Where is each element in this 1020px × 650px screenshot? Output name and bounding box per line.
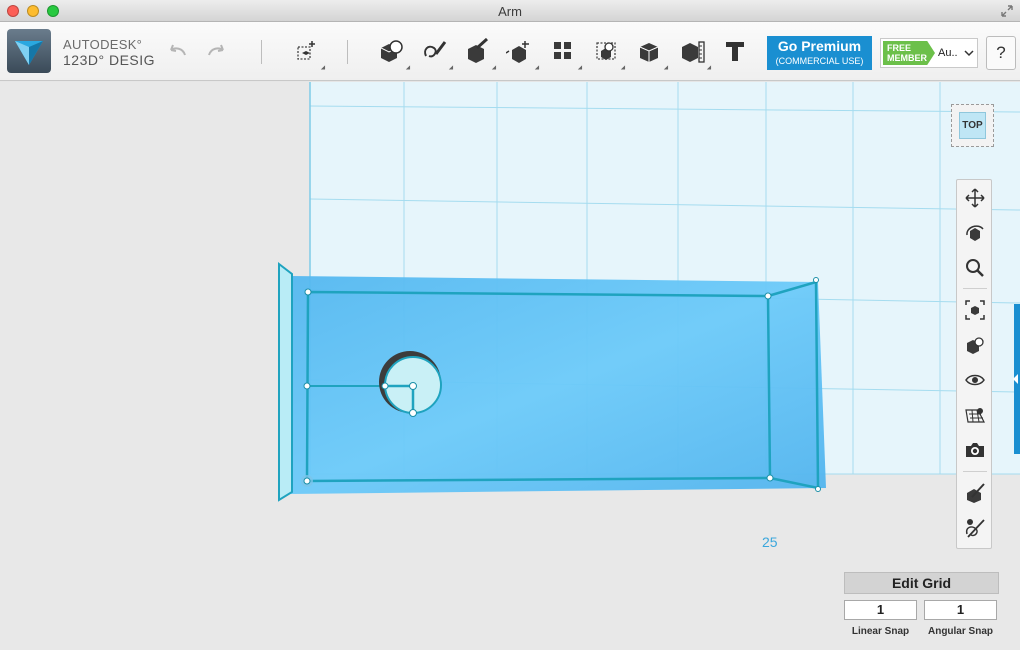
account-name: Au.. bbox=[938, 47, 958, 59]
grid-settings-panel: Edit Grid 1 1 Linear Snap Angular Snap bbox=[844, 572, 999, 642]
badge-line1: FREE bbox=[887, 43, 912, 53]
main-toolbar: AUTODESK° 123D° DESIGN bbox=[0, 22, 1020, 81]
primitives-button[interactable] bbox=[374, 34, 413, 72]
app-window: Arm AUTODESK° 123D° DESIGN bbox=[0, 0, 1020, 650]
linear-snap-label: Linear Snap bbox=[851, 626, 910, 637]
premium-title: Go Premium bbox=[777, 38, 862, 54]
redo-icon bbox=[208, 44, 224, 56]
premium-subtitle: (COMMERCIAL USE) bbox=[775, 56, 864, 66]
add-primitive-icon bbox=[297, 41, 315, 60]
fit-view-button[interactable] bbox=[961, 296, 989, 324]
primitives-icon bbox=[380, 40, 403, 62]
camera-icon bbox=[966, 443, 984, 457]
text-button[interactable] bbox=[718, 34, 752, 68]
sketch-visibility-icon bbox=[965, 519, 985, 538]
dropdown-caret bbox=[405, 65, 413, 72]
view-cube[interactable]: TOP bbox=[951, 104, 994, 147]
sketch-button[interactable] bbox=[417, 34, 456, 72]
construct-button[interactable] bbox=[460, 34, 499, 72]
3d-viewport[interactable]: 25 TOP Edit Grid 1 1 Linear Snap Angular… bbox=[0, 82, 1020, 650]
go-premium-button[interactable]: Go Premium (COMMERCIAL USE) bbox=[767, 36, 872, 70]
toolbar-separator bbox=[261, 40, 262, 64]
snap-button[interactable] bbox=[961, 479, 989, 507]
hide-sketch-button[interactable] bbox=[961, 514, 989, 542]
nav-separator bbox=[963, 288, 987, 289]
edit-grid-button[interactable]: Edit Grid bbox=[844, 572, 999, 594]
snap-icon bbox=[967, 483, 985, 503]
navigation-bar bbox=[956, 179, 992, 549]
undo-icon bbox=[170, 44, 186, 56]
group-icon bbox=[596, 42, 616, 60]
redo-button[interactable] bbox=[200, 34, 234, 68]
dropdown-caret bbox=[320, 65, 328, 72]
modify-icon bbox=[506, 41, 529, 63]
dropdown-caret bbox=[577, 65, 585, 72]
free-member-badge: FREE MEMBER bbox=[883, 41, 935, 65]
help-button[interactable]: ? bbox=[986, 36, 1016, 70]
toolbar-separator bbox=[347, 40, 348, 64]
logo-icon bbox=[15, 41, 43, 65]
dimension-label: 25 bbox=[762, 534, 778, 550]
measure-button[interactable] bbox=[675, 34, 714, 72]
linear-snap-input[interactable]: 1 bbox=[844, 600, 917, 620]
dropdown-caret bbox=[706, 65, 714, 72]
grid-eye-icon bbox=[965, 408, 985, 423]
nav-separator bbox=[963, 471, 987, 472]
workplane-grid bbox=[278, 82, 1020, 502]
pattern-button[interactable] bbox=[546, 34, 585, 72]
construct-icon bbox=[468, 38, 489, 63]
snapshot-button[interactable] bbox=[961, 436, 989, 464]
pan-button[interactable] bbox=[961, 184, 989, 212]
angular-snap-label: Angular Snap bbox=[927, 626, 993, 637]
dropdown-caret bbox=[448, 65, 456, 72]
brand-autodesk: AUTODESK° bbox=[63, 37, 143, 52]
combine-button[interactable] bbox=[632, 34, 671, 72]
group-button[interactable] bbox=[589, 34, 628, 72]
orbit-button[interactable] bbox=[961, 219, 989, 247]
pan-icon bbox=[965, 188, 985, 208]
angular-snap-input[interactable]: 1 bbox=[924, 600, 997, 620]
fullscreen-icon[interactable] bbox=[1000, 4, 1014, 18]
add-primitive-button[interactable] bbox=[289, 34, 328, 72]
dropdown-caret bbox=[663, 65, 671, 72]
dropdown-caret bbox=[534, 65, 542, 72]
box-solid[interactable] bbox=[278, 261, 826, 502]
expand-arrow-icon bbox=[1013, 374, 1018, 384]
combine-icon bbox=[639, 43, 659, 62]
material-view-button[interactable] bbox=[961, 401, 989, 429]
undo-button[interactable] bbox=[160, 34, 194, 68]
zoom-icon bbox=[966, 259, 984, 277]
modify-button[interactable] bbox=[503, 34, 542, 72]
app-logo[interactable] bbox=[7, 29, 51, 73]
view-cube-top-face[interactable]: TOP bbox=[959, 112, 986, 139]
zoom-button[interactable] bbox=[961, 254, 989, 282]
fit-view-icon bbox=[965, 300, 985, 320]
pattern-icon bbox=[554, 42, 571, 59]
badge-line2: MEMBER bbox=[887, 53, 927, 63]
text-icon bbox=[726, 42, 744, 61]
chevron-down-icon bbox=[964, 50, 974, 57]
dropdown-caret bbox=[620, 65, 628, 72]
fit-selected-button[interactable] bbox=[961, 331, 989, 359]
orbit-icon bbox=[966, 225, 984, 241]
sketch-icon bbox=[424, 41, 447, 58]
fit-selected-icon bbox=[967, 337, 984, 354]
brand-product: 123D° DESIGN bbox=[63, 52, 155, 68]
visibility-button[interactable] bbox=[961, 366, 989, 394]
account-menu[interactable]: FREE MEMBER Au.. bbox=[880, 38, 978, 68]
dropdown-caret bbox=[491, 65, 499, 72]
title-bar: Arm bbox=[0, 0, 1020, 22]
eye-icon bbox=[965, 374, 985, 386]
window-title: Arm bbox=[498, 4, 522, 19]
measure-icon bbox=[682, 41, 705, 63]
